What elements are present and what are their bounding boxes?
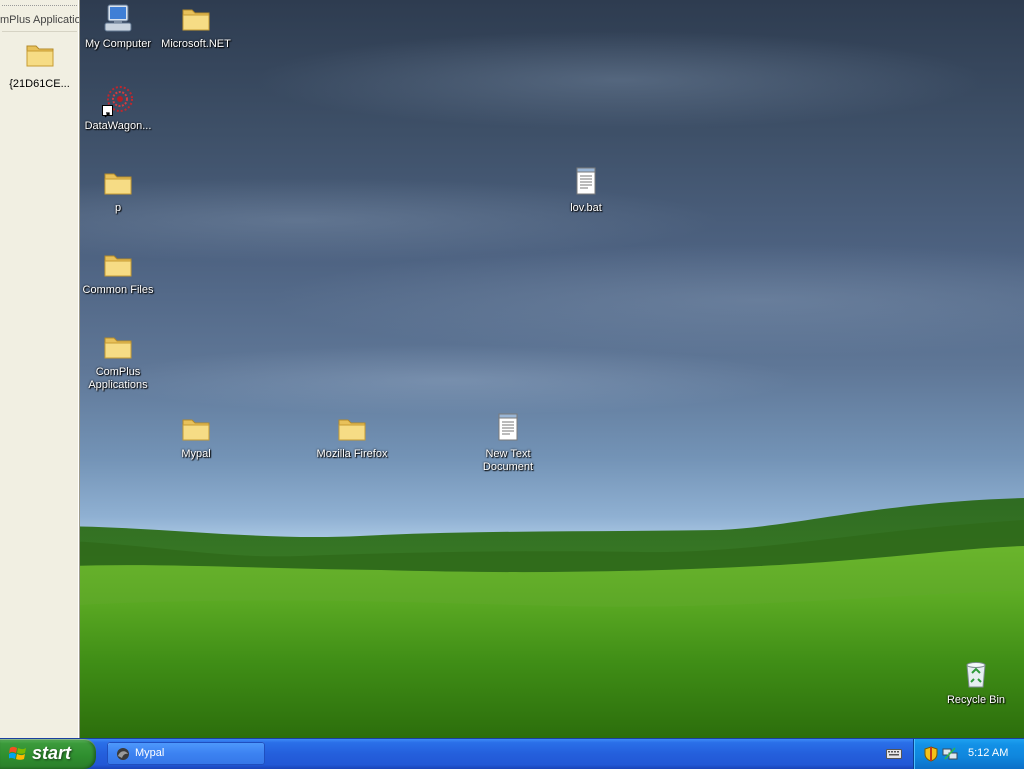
security-shield-icon[interactable]: [924, 746, 938, 762]
explorer-side-pane[interactable]: mPlus Applicatio {21D61CE...: [0, 0, 80, 738]
folder-icon: [102, 248, 134, 280]
desktop-icon-label: p: [114, 202, 122, 214]
desktop-icon-label: Microsoft.NET: [161, 38, 231, 50]
desktop-icon-label: New Text Document: [468, 448, 548, 474]
desktop-icon-label: Mypal: [181, 448, 211, 460]
text-file-icon: [492, 412, 524, 444]
label-line: New Text: [485, 448, 531, 460]
pane-folder-item[interactable]: {21D61CE...: [0, 38, 79, 90]
desktop-icon-microsoft-net[interactable]: Microsoft.NET: [156, 2, 236, 51]
mypal-app-icon: [115, 746, 131, 762]
datawagon-icon: [102, 84, 134, 118]
hills-wallpaper: [0, 498, 1024, 738]
desktop-icon-label: Mozilla Firefox: [316, 448, 388, 460]
desktop-icon-label: DataWagon...: [84, 120, 152, 132]
desktop-icon-complus-applications[interactable]: ComPlus Applications: [78, 330, 158, 392]
desktop-icon-label: Recycle Bin: [946, 694, 1006, 706]
clock[interactable]: 5:12 AM: [968, 747, 1008, 759]
windows-flag-icon: [8, 745, 27, 763]
folder-icon: [102, 166, 134, 198]
taskbar-item-label: Mypal: [135, 747, 165, 759]
start-button[interactable]: start: [0, 739, 96, 769]
folder-icon: [180, 412, 212, 444]
desktop-icon-new-text-document[interactable]: New Text Document: [468, 412, 548, 474]
taskbar-item-mypal[interactable]: Mypal: [107, 742, 265, 765]
computer-icon: [102, 2, 134, 34]
label-line: ComPlus: [95, 366, 141, 378]
desktop-icon-label: ComPlus Applications: [78, 366, 158, 392]
desktop-icon-recycle-bin[interactable]: Recycle Bin: [936, 658, 1016, 707]
pane-title: mPlus Applicatio: [0, 14, 79, 26]
desktop-icon-lov-bat[interactable]: lov.bat: [546, 166, 626, 215]
desktop-icon-datawagon[interactable]: DataWagon...: [78, 84, 158, 133]
recycle-bin-icon: [960, 658, 992, 690]
desktop[interactable]: My Computer Microsoft.NET DataWagon... p…: [0, 0, 1024, 738]
desktop-icon-label: My Computer: [84, 38, 152, 50]
folder-icon: [0, 38, 79, 75]
shortcut-arrow-icon: [102, 105, 113, 118]
desktop-icon-mypal[interactable]: Mypal: [156, 412, 236, 461]
folder-icon: [102, 330, 134, 362]
desktop-icon-common-files[interactable]: Common Files: [78, 248, 158, 297]
label-line: Document: [482, 461, 534, 473]
desktop-icon-label: lov.bat: [570, 202, 602, 214]
batch-file-icon: [570, 166, 602, 198]
network-icon[interactable]: [942, 746, 958, 762]
pane-folder-label: {21D61CE...: [9, 78, 70, 90]
start-label: start: [32, 743, 72, 763]
pane-divider: [2, 31, 77, 32]
desktop-icon-my-computer[interactable]: My Computer: [78, 2, 158, 51]
keyboard-icon[interactable]: [886, 747, 902, 761]
desktop-icon-p[interactable]: p: [78, 166, 158, 215]
label-line: Applications: [88, 379, 148, 391]
pane-header-dots: [2, 5, 77, 6]
desktop-icon-label: Common Files: [82, 284, 154, 296]
desktop-icon-mozilla-firefox[interactable]: Mozilla Firefox: [312, 412, 392, 461]
folder-icon: [180, 2, 212, 34]
system-tray: 5:12 AM: [913, 739, 1024, 769]
taskbar: start Mypal 5:12 AM: [0, 738, 1024, 769]
folder-icon: [336, 412, 368, 444]
